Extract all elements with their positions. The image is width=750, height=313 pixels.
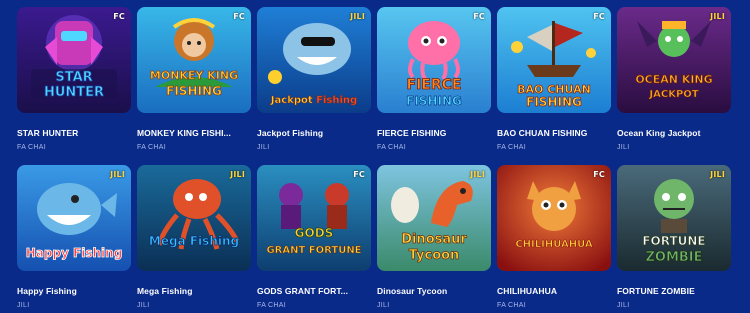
- provider-badge: JILI: [110, 170, 125, 179]
- logo-line-1: STAR: [55, 70, 92, 85]
- game-card[interactable]: Jackpot Fishing JILI Jackpot Fishing JIL…: [257, 7, 371, 153]
- game-card[interactable]: Happy Fishing JILI Happy Fishing JILI: [17, 165, 131, 311]
- logo-line-1: Mega Fishing: [149, 234, 239, 248]
- game-card[interactable]: FORTUNE ZOMBIE JILI FORTUNE ZOMBIE JILI: [617, 165, 731, 311]
- provider-badge: JILI: [710, 170, 725, 179]
- logo-line-1: FIERCE: [407, 77, 462, 93]
- logo-line-1: FORTUNE: [642, 234, 705, 248]
- provider-badge: FC: [353, 170, 365, 179]
- game-provider: JILI: [617, 144, 630, 151]
- game-card[interactable]: STAR HUNTER FC STAR HUNTER FA CHAI: [17, 7, 131, 153]
- logo-line-1: GODS: [295, 226, 334, 240]
- game-title[interactable]: FORTUNE ZOMBIE: [617, 285, 731, 297]
- game-title[interactable]: Jackpot Fishing: [257, 127, 371, 139]
- ocean-king-artwork: OCEAN KING JACKPOT: [617, 7, 731, 113]
- logo-line-1: OCEAN KING: [635, 73, 712, 86]
- provider-badge: FC: [593, 12, 605, 21]
- game-provider: JILI: [377, 302, 390, 309]
- provider-badge: FC: [113, 12, 125, 21]
- gods-grant-fortune-artwork: GODS GRANT FORTUNE: [257, 165, 371, 271]
- game-thumbnail[interactable]: CHILIHUAHUA FC: [497, 165, 611, 271]
- provider-badge: FC: [593, 170, 605, 179]
- logo-line-2: GRANT FORTUNE: [266, 245, 361, 256]
- game-card[interactable]: OCEAN KING JACKPOT JILI Ocean King Jackp…: [617, 7, 731, 153]
- game-card[interactable]: Mega Fishing JILI Mega Fishing JILI: [137, 165, 251, 311]
- game-provider: FA CHAI: [17, 144, 46, 151]
- star-hunter-artwork: STAR HUNTER: [17, 7, 131, 113]
- game-card[interactable]: CHILIHUAHUA FC CHILIHUAHUA FA CHAI: [497, 165, 611, 311]
- dinosaur-tycoon-artwork: Dinosaur Tycoon: [377, 165, 491, 271]
- provider-badge: JILI: [350, 12, 365, 21]
- logo-line-2: FISHING: [406, 94, 462, 108]
- logo-line-1: MONKEY KING: [150, 69, 238, 82]
- game-card[interactable]: GODS GRANT FORTUNE FC GODS GRANT FORT...…: [257, 165, 371, 311]
- game-title[interactable]: STAR HUNTER: [17, 127, 131, 139]
- provider-badge: JILI: [230, 170, 245, 179]
- game-thumbnail[interactable]: BAO CHUAN FISHING FC: [497, 7, 611, 113]
- provider-badge: FC: [473, 12, 485, 21]
- game-title[interactable]: BAO CHUAN FISHING: [497, 127, 611, 139]
- logo-line-2: Tycoon: [409, 248, 460, 263]
- game-title[interactable]: GODS GRANT FORT...: [257, 285, 371, 297]
- game-title[interactable]: Dinosaur Tycoon: [377, 285, 491, 297]
- logo-line-2: JACKPOT: [648, 89, 698, 100]
- provider-badge: JILI: [470, 170, 485, 179]
- chilihuahua-artwork: CHILIHUAHUA: [497, 165, 611, 271]
- game-thumbnail[interactable]: Happy Fishing JILI: [17, 165, 131, 271]
- game-thumbnail[interactable]: GODS GRANT FORTUNE FC: [257, 165, 371, 271]
- game-thumbnail[interactable]: Dinosaur Tycoon JILI: [377, 165, 491, 271]
- game-provider: JILI: [617, 302, 630, 309]
- game-title[interactable]: FIERCE FISHING: [377, 127, 491, 139]
- logo-line-2: HUNTER: [44, 85, 104, 100]
- game-provider: JILI: [17, 302, 30, 309]
- monkey-king-artwork: MONKEY KING FISHING: [137, 7, 251, 113]
- game-card[interactable]: Dinosaur Tycoon JILI Dinosaur Tycoon JIL…: [377, 165, 491, 311]
- logo-line-1: Happy Fishing: [26, 246, 123, 260]
- fortune-zombie-artwork: FORTUNE ZOMBIE: [617, 165, 731, 271]
- game-thumbnail[interactable]: STAR HUNTER FC: [17, 7, 131, 113]
- game-title[interactable]: CHILIHUAHUA: [497, 285, 611, 297]
- game-provider: FA CHAI: [257, 302, 286, 309]
- game-provider: FA CHAI: [497, 144, 526, 151]
- provider-badge: FC: [233, 12, 245, 21]
- logo-line-1: Dinosaur: [401, 232, 467, 247]
- logo-line-2: ZOMBIE: [645, 250, 702, 265]
- game-provider: FA CHAI: [137, 144, 166, 151]
- game-provider: FA CHAI: [377, 144, 406, 151]
- jackpot-fishing-artwork: Jackpot Fishing: [257, 7, 371, 113]
- mega-fishing-artwork: Mega Fishing: [137, 165, 251, 271]
- fierce-fishing-artwork: FIERCE FISHING: [377, 7, 491, 113]
- game-thumbnail[interactable]: Jackpot Fishing JILI: [257, 7, 371, 113]
- happy-fishing-artwork: Happy Fishing: [17, 165, 131, 271]
- game-provider: JILI: [137, 302, 150, 309]
- game-title[interactable]: Ocean King Jackpot: [617, 127, 731, 139]
- game-title[interactable]: Happy Fishing: [17, 285, 131, 297]
- game-title[interactable]: MONKEY KING FISHI...: [137, 127, 251, 139]
- provider-badge: JILI: [710, 12, 725, 21]
- game-thumbnail[interactable]: FIERCE FISHING FC: [377, 7, 491, 113]
- logo-line-1: CHILIHUAHUA: [515, 239, 593, 250]
- game-provider: JILI: [257, 144, 270, 151]
- game-card[interactable]: MONKEY KING FISHING FC MONKEY KING FISHI…: [137, 7, 251, 153]
- logo-line-1: Jackpot Fishing: [270, 95, 357, 106]
- logo-line-2: FISHING: [526, 95, 582, 109]
- game-card[interactable]: BAO CHUAN FISHING FC BAO CHUAN FISHING F…: [497, 7, 611, 153]
- game-thumbnail[interactable]: MONKEY KING FISHING FC: [137, 7, 251, 113]
- game-thumbnail[interactable]: OCEAN KING JACKPOT JILI: [617, 7, 731, 113]
- bao-chuan-artwork: BAO CHUAN FISHING: [497, 7, 611, 113]
- game-grid: STAR HUNTER FC STAR HUNTER FA CHAI MONKE…: [0, 0, 750, 313]
- logo-line-2: FISHING: [166, 84, 222, 98]
- game-provider: FA CHAI: [497, 302, 526, 309]
- game-thumbnail[interactable]: FORTUNE ZOMBIE JILI: [617, 165, 731, 271]
- game-card[interactable]: FIERCE FISHING FC FIERCE FISHING FA CHAI: [377, 7, 491, 153]
- game-thumbnail[interactable]: Mega Fishing JILI: [137, 165, 251, 271]
- game-title[interactable]: Mega Fishing: [137, 285, 251, 297]
